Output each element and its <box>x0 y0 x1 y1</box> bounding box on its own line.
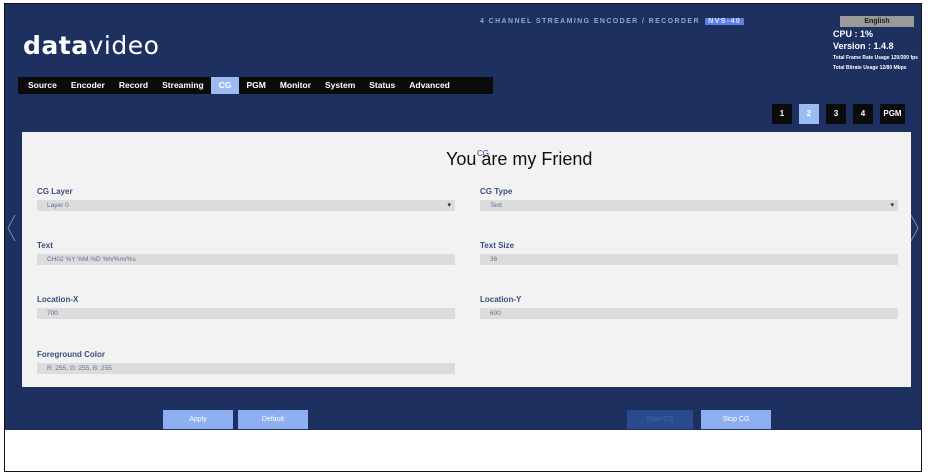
nav-record[interactable]: Record <box>112 77 155 94</box>
logo-bold-text: data <box>23 31 89 60</box>
model-badge: NVS-40 <box>705 18 745 25</box>
nav-streaming[interactable]: Streaming <box>155 77 211 94</box>
nav-status[interactable]: Status <box>362 77 402 94</box>
channel-selector: 1 2 3 4 PGM <box>772 104 905 124</box>
nav-encoder[interactable]: Encoder <box>64 77 112 94</box>
cg-settings-panel: You are my Friend CG CG Layer Layer 0 ▾ … <box>22 132 911 387</box>
foreground-color-input[interactable]: R: 255, G: 255, B: 255 <box>37 363 455 374</box>
cg-layer-value: Layer 0 <box>47 202 69 209</box>
cg-overlay-text: You are my Friend <box>446 149 593 169</box>
channel-1-button[interactable]: 1 <box>772 104 792 124</box>
stop-cg-button[interactable]: Stop CG <box>701 410 771 429</box>
text-input[interactable]: CH02 %Y %M.%D %h/%m/%s <box>37 254 455 265</box>
nav-advanced[interactable]: Advanced <box>402 77 457 94</box>
nav-cg[interactable]: CG <box>210 77 240 94</box>
cg-type-select[interactable]: Text ▾ <box>480 200 898 211</box>
text-label: Text <box>37 241 53 250</box>
channel-2-button[interactable]: 2 <box>799 104 819 124</box>
channel-pgm-button[interactable]: PGM <box>880 104 905 124</box>
cg-type-value: Text <box>490 202 502 209</box>
text-size-input[interactable]: 36 <box>480 254 898 265</box>
cg-layer-label: CG Layer <box>37 187 73 196</box>
chevron-down-icon: ▾ <box>447 202 451 209</box>
frame-rate-usage: Total Frame Rate Usage 120/300 fps <box>833 55 918 61</box>
product-name: 4 CHANNEL STREAMING ENCODER / RECORDER N… <box>480 18 745 25</box>
previous-arrow-icon[interactable] <box>6 214 16 242</box>
next-arrow-icon[interactable] <box>910 214 920 242</box>
main-nav: Source Encoder Record Streaming CG PGM M… <box>18 77 493 94</box>
location-y-label: Location-Y <box>480 295 522 304</box>
location-x-input[interactable]: 700 <box>37 308 455 319</box>
channel-3-button[interactable]: 3 <box>826 104 846 124</box>
chevron-down-icon: ▾ <box>890 202 894 209</box>
product-title: 4 CHANNEL STREAMING ENCODER / RECORDER <box>480 18 700 25</box>
start-cg-button[interactable]: Start CG <box>627 410 693 429</box>
nav-pgm[interactable]: PGM <box>239 77 272 94</box>
text-size-label: Text Size <box>480 241 515 250</box>
nav-source[interactable]: Source <box>21 77 64 94</box>
location-y-input[interactable]: 600 <box>480 308 898 319</box>
nav-system[interactable]: System <box>318 77 362 94</box>
foreground-color-label: Foreground Color <box>37 350 105 359</box>
nav-monitor[interactable]: Monitor <box>273 77 318 94</box>
cg-type-label: CG Type <box>480 187 513 196</box>
panel-title: CG <box>477 149 489 158</box>
location-x-label: Location-X <box>37 295 79 304</box>
datavideo-logo: datavideo <box>23 31 159 60</box>
cpu-usage: CPU : 1% <box>833 29 874 39</box>
firmware-version: Version : 1.4.8 <box>833 41 894 51</box>
apply-button[interactable]: Apply <box>163 410 233 429</box>
bitrate-usage: Total Bitrate Usage 12/80 Mbps <box>833 65 907 71</box>
app-window: datavideo 4 CHANNEL STREAMING ENCODER / … <box>5 4 921 430</box>
channel-4-button[interactable]: 4 <box>853 104 873 124</box>
cg-layer-select[interactable]: Layer 0 ▾ <box>37 200 455 211</box>
language-select[interactable]: English <box>840 16 914 27</box>
logo-light-text: video <box>88 31 160 60</box>
default-button[interactable]: Default <box>238 410 308 429</box>
